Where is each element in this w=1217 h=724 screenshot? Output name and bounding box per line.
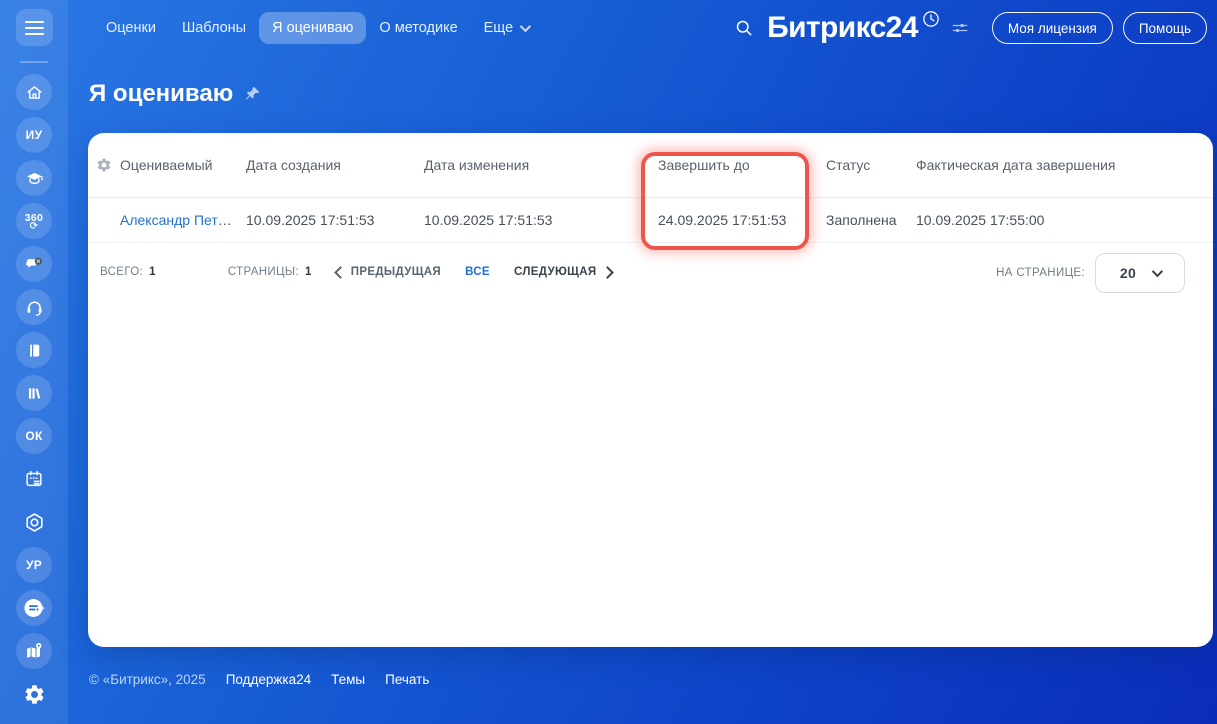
table-row: Александр Петров 10.09.2025 17:51:53 10.… xyxy=(88,198,1213,243)
sidebar-item-settings[interactable] xyxy=(16,676,52,712)
show-all-button[interactable]: ВСЕ xyxy=(465,266,490,278)
topbar-tabs: Оценки Шаблоны Я оцениваю О методике Еще xyxy=(93,0,541,56)
previous-label: ПРЕДЫДУЩАЯ xyxy=(350,266,442,278)
pages-label: СТРАНИЦЫ: xyxy=(227,266,299,278)
footer-link-themes[interactable]: Темы xyxy=(331,672,365,687)
sidebar-item-home[interactable] xyxy=(16,74,52,110)
interface-settings-button[interactable] xyxy=(950,18,970,38)
chat-bubbles-icon xyxy=(25,257,42,268)
next-label: СЛЕДУЮЩАЯ xyxy=(513,266,597,278)
sidebar-item-book[interactable] xyxy=(16,332,52,368)
actual-completion-cell: 10.09.2025 17:55:00 xyxy=(916,212,1045,228)
sidebar-item-copilot[interactable] xyxy=(16,590,52,626)
sidebar-item-feedback[interactable] xyxy=(16,246,52,282)
chevron-down-icon xyxy=(519,20,532,33)
sidebar: ИУ 360 ⟳ ОК УР xyxy=(0,0,68,724)
next-page-button[interactable]: СЛЕДУЮЩАЯ xyxy=(513,265,614,279)
gear-icon xyxy=(97,158,111,172)
evaluations-card: Оцениваемый Дата создания Дата изменения… xyxy=(88,133,1213,647)
sidebar-item-schedule[interactable] xyxy=(16,461,52,497)
previous-page-button[interactable]: ПРЕДЫДУЩАЯ xyxy=(333,265,442,279)
sidebar-item-library[interactable] xyxy=(16,375,52,411)
total-counter: ВСЕГО: 1 xyxy=(100,266,156,278)
search-button[interactable] xyxy=(734,18,754,38)
column-header-created[interactable]: Дата создания xyxy=(246,157,424,173)
tab-eshche[interactable]: Еще xyxy=(471,12,542,44)
evaluatee-link[interactable]: Александр Петров xyxy=(120,212,241,228)
pushpin-icon xyxy=(246,87,260,100)
complete-by-cell: 24.09.2025 17:51:53 xyxy=(658,212,787,228)
calendar-icon xyxy=(26,470,42,487)
worktime-clock-button[interactable] xyxy=(921,9,941,29)
column-header-status[interactable]: Статус xyxy=(826,157,916,173)
total-label: ВСЕГО: xyxy=(100,266,144,278)
column-header-actual-completion[interactable]: Фактическая дата завершения xyxy=(916,157,1213,173)
tab-o-metodike[interactable]: О методике xyxy=(366,12,470,44)
my-license-button[interactable]: Моя лицензия xyxy=(991,12,1113,44)
home-icon xyxy=(26,85,42,99)
footer-link-print[interactable]: Печать xyxy=(385,672,429,687)
topbar-right: Битрикс24 Моя лицензия Помощь xyxy=(734,0,1207,56)
per-page-select[interactable]: 20 xyxy=(1095,253,1185,293)
book-icon xyxy=(29,344,39,356)
settings-gear-icon xyxy=(25,684,43,704)
column-header-complete-by[interactable]: Завершить до xyxy=(658,157,826,173)
search-icon xyxy=(736,20,752,36)
chevron-down-icon xyxy=(1151,265,1164,278)
pagination-controls: СТРАНИЦЫ: 1 ПРЕДЫДУЩАЯ ВСЕ СЛЕДУЮЩАЯ xyxy=(228,265,614,279)
help-button[interactable]: Помощь xyxy=(1122,12,1207,44)
column-header-evaluatee[interactable]: Оцениваемый xyxy=(120,157,246,173)
column-header-modified[interactable]: Дата изменения xyxy=(424,157,658,173)
hexagon-icon xyxy=(25,512,43,532)
pages-counter: СТРАНИЦЫ: 1 xyxy=(228,266,312,278)
tab-eshche-label: Еще xyxy=(483,20,514,36)
pagination-bar: ВСЕГО: 1 СТРАНИЦЫ: 1 ПРЕДЫДУЩАЯ ВСЕ СЛЕД… xyxy=(88,243,1213,301)
sidebar-icon-rail: ИУ 360 ⟳ ОК УР xyxy=(0,74,68,712)
footer: © «Битрикс», 2025 Поддержка24 Темы Печат… xyxy=(89,672,429,687)
table-settings-button[interactable] xyxy=(88,157,120,173)
footer-link-support24[interactable]: Поддержка24 xyxy=(226,672,311,687)
tab-shablony[interactable]: Шаблоны xyxy=(169,12,259,44)
sidebar-item-360-assessment[interactable]: 360 ⟳ xyxy=(16,203,52,239)
copilot-icon xyxy=(24,599,45,617)
total-value: 1 xyxy=(149,266,156,278)
pin-page-button[interactable] xyxy=(244,85,262,103)
bitrix24-logo: Битрикс24 xyxy=(767,11,918,44)
topbar: Оценки Шаблоны Я оцениваю О методике Еще… xyxy=(0,0,1217,56)
table-header-row: Оцениваемый Дата создания Дата изменения… xyxy=(88,133,1213,198)
chevron-right-icon xyxy=(600,265,614,279)
headset-icon xyxy=(27,301,41,316)
sliders-icon xyxy=(952,23,968,33)
created-date-cell: 10.09.2025 17:51:53 xyxy=(246,212,375,228)
sidebar-item-education[interactable] xyxy=(16,160,52,196)
sidebar-divider xyxy=(20,61,48,63)
library-books-icon xyxy=(28,387,40,399)
sidebar-item-support[interactable] xyxy=(16,289,52,325)
modified-date-cell: 10.09.2025 17:51:53 xyxy=(424,212,553,228)
graduation-cap-icon xyxy=(26,172,43,184)
bitrix24-screen: ИУ 360 ⟳ ОК УР Оценки Шаблоны Я оцениваю… xyxy=(0,0,1217,724)
refresh-arrow-icon: ⟳ xyxy=(29,220,39,232)
pages-value: 1 xyxy=(304,266,312,278)
map-pin-icon xyxy=(26,642,41,658)
copyright-text: © «Битрикс», 2025 xyxy=(89,672,206,687)
tab-otsenki[interactable]: Оценки xyxy=(93,12,169,44)
per-page-label: НА СТРАНИЦЕ: xyxy=(996,267,1085,279)
chevron-left-icon xyxy=(333,265,347,279)
per-page-value: 20 xyxy=(1119,265,1137,281)
sidebar-item-ur[interactable]: УР xyxy=(16,547,52,583)
sidebar-item-ok[interactable]: ОК xyxy=(16,418,52,454)
tab-ya-otsenivayu[interactable]: Я оцениваю xyxy=(259,12,367,44)
sidebar-item-iu[interactable]: ИУ xyxy=(16,117,52,153)
sidebar-item-hexagon[interactable] xyxy=(16,504,52,540)
sidebar-item-map[interactable] xyxy=(16,633,52,669)
page-title-row: Я оцениваю xyxy=(89,80,262,108)
page-title: Я оцениваю xyxy=(89,80,234,107)
per-page-control: НА СТРАНИЦЕ: 20 xyxy=(996,253,1185,293)
clock-icon xyxy=(923,11,939,27)
status-cell: Заполнена xyxy=(826,212,897,228)
